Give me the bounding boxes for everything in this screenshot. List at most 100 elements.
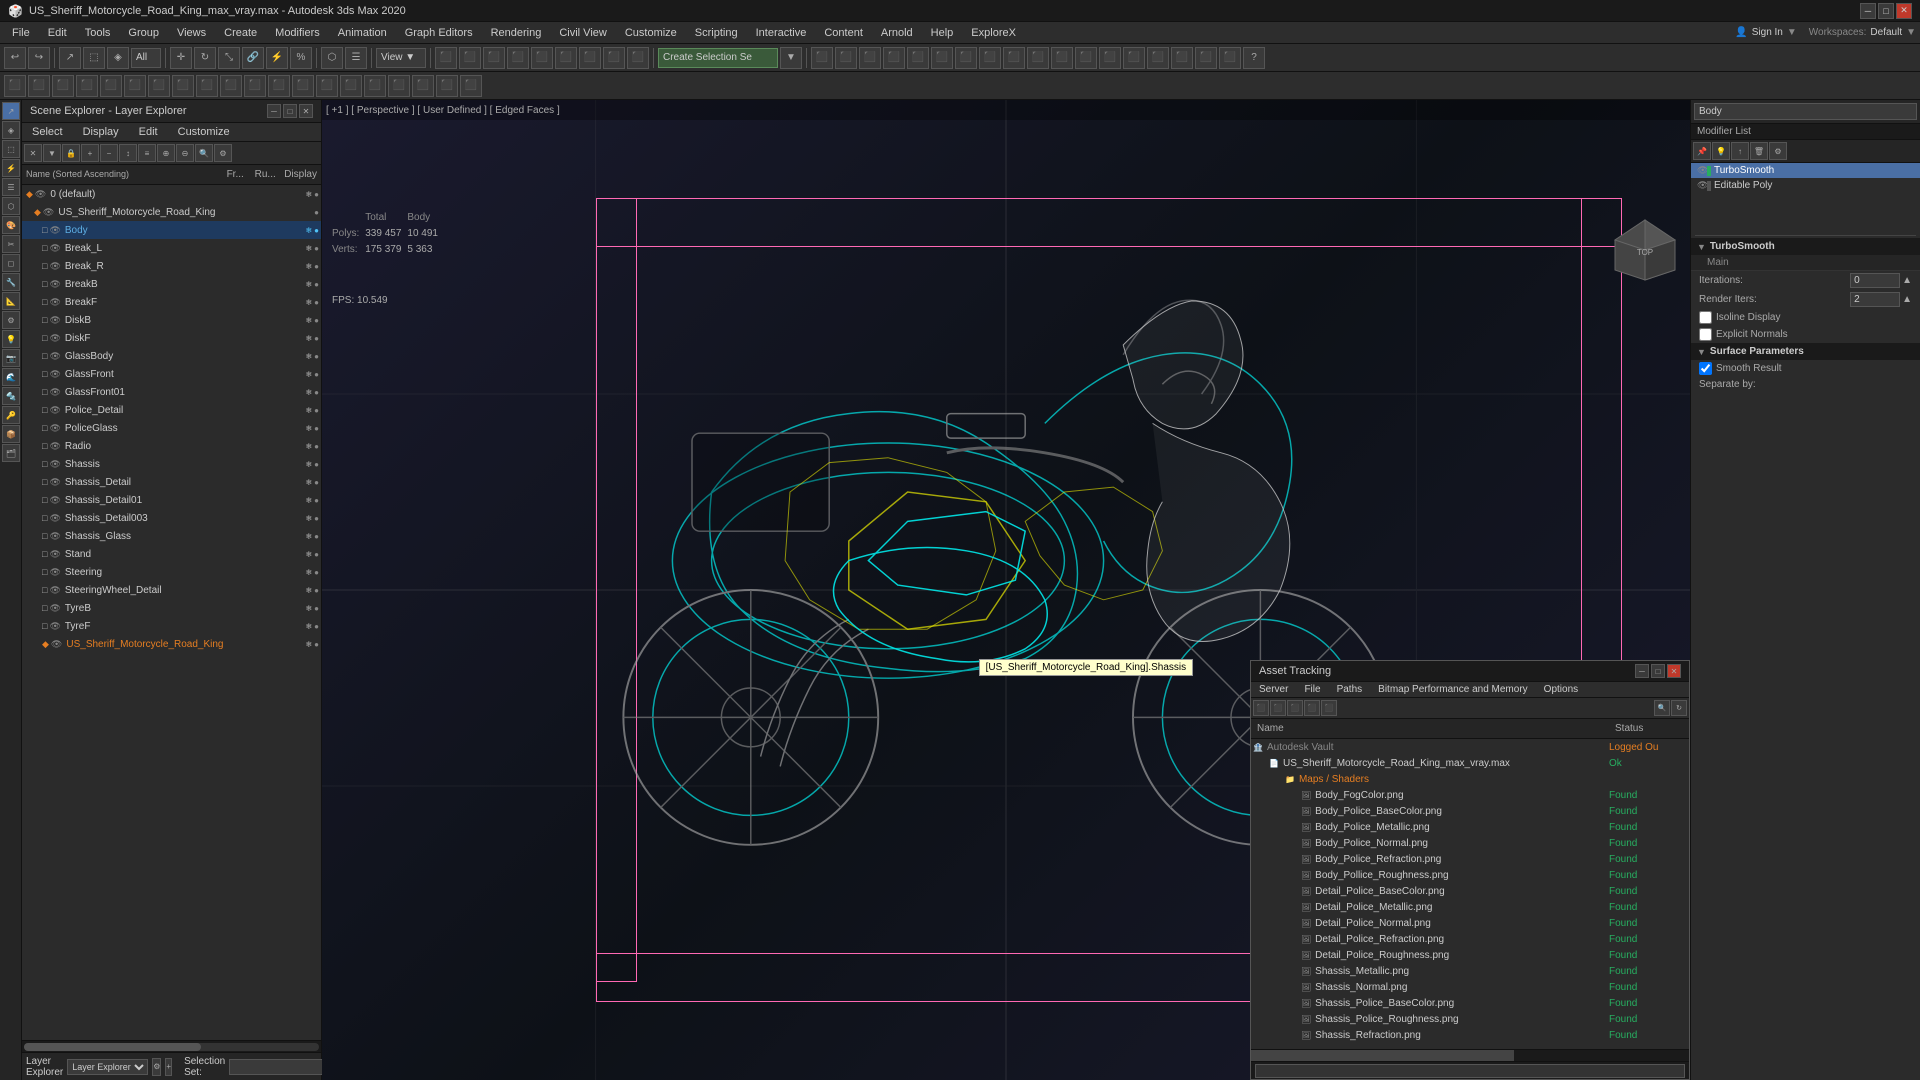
tb10[interactable]: ⬛ [507, 47, 529, 69]
at-tb4[interactable]: ⬛ [1304, 700, 1320, 716]
tb24[interactable]: ⬛ [1003, 47, 1025, 69]
anim-tb17[interactable]: ⬛ [388, 75, 410, 97]
percent-button[interactable]: % [290, 47, 312, 69]
anim-tb18[interactable]: ⬛ [412, 75, 434, 97]
at-tb3[interactable]: ⬛ [1287, 700, 1303, 716]
anim-tb14[interactable]: ⬛ [316, 75, 338, 97]
menu-modifiers[interactable]: Modifiers [267, 25, 328, 41]
scene-row-diskb[interactable]: □ 👁 DiskB ❄ ● [22, 311, 321, 329]
tb32[interactable]: ⬛ [1195, 47, 1217, 69]
modifier-editable-poly[interactable]: 👁 Editable Poly [1691, 178, 1920, 193]
filter-button[interactable]: ◈ [107, 47, 129, 69]
tb26[interactable]: ⬛ [1051, 47, 1073, 69]
tb15[interactable]: ⬛ [627, 47, 649, 69]
mod-tb-config[interactable]: ⚙ [1769, 142, 1787, 160]
cs-dropdown[interactable]: ▼ [780, 47, 802, 69]
sidebar-icon-12[interactable]: 💡 [2, 330, 20, 348]
tb20[interactable]: ⬛ [907, 47, 929, 69]
scene-menu-select[interactable]: Select [22, 123, 73, 141]
sidebar-icon-2[interactable]: ⬚ [2, 140, 20, 158]
scene-tb-expand[interactable]: ⊕ [157, 144, 175, 162]
viewport-area[interactable]: [ +1 ] [ Perspective ] [ User Defined ] … [322, 100, 1690, 1080]
at-row-map-sh-normal[interactable]: 🖼 Shassis_Normal.png Found [1251, 979, 1689, 995]
maximize-button[interactable]: □ [1878, 3, 1894, 19]
scene-row-shassis-glass[interactable]: □ 👁 Shassis_Glass ❄ ● [22, 527, 321, 545]
scene-row-radio[interactable]: □ 👁 Radio ❄ ● [22, 437, 321, 455]
scene-tb-lock[interactable]: 🔒 [62, 144, 80, 162]
scene-bottom-btn1[interactable]: ⚙ [152, 1058, 161, 1076]
sidebar-icon-15[interactable]: 🔩 [2, 387, 20, 405]
menu-animation[interactable]: Animation [330, 25, 395, 41]
at-row-mainfile[interactable]: 📄 US_Sheriff_Motorcycle_Road_King_max_vr… [1251, 755, 1689, 771]
create-selection-btn[interactable]: Create Selection Se [658, 48, 778, 68]
scene-row-breakf[interactable]: □ 👁 BreakF ❄ ● [22, 293, 321, 311]
tb12[interactable]: ⬛ [555, 47, 577, 69]
anim-tb20[interactable]: ⬛ [460, 75, 482, 97]
select-region-button[interactable]: ⬚ [83, 47, 105, 69]
at-menu-file[interactable]: File [1296, 682, 1328, 697]
layer-explorer-select[interactable]: Layer Explorer [67, 1059, 148, 1075]
help-btn[interactable]: ? [1243, 47, 1265, 69]
scene-row-body[interactable]: □ 👁 Body ❄ ● [22, 221, 321, 239]
at-scrollbar[interactable] [1251, 1049, 1689, 1061]
scene-row-group-main[interactable]: ◆ 👁 US_Sheriff_Motorcycle_Road_King ● [22, 203, 321, 221]
select-button[interactable]: ↗ [59, 47, 81, 69]
at-row-map-sh-basecolor[interactable]: 🖼 Shassis_Police_BaseColor.png Found [1251, 995, 1689, 1011]
at-tb-search[interactable]: 🔍 [1654, 700, 1670, 716]
sidebar-icon-13[interactable]: 📷 [2, 349, 20, 367]
anim-tb13[interactable]: ⬛ [292, 75, 314, 97]
at-row-maps-folder[interactable]: 📁 Maps / Shaders [1251, 771, 1689, 787]
move-button[interactable]: ✛ [170, 47, 192, 69]
mod-tb-light[interactable]: 💡 [1712, 142, 1730, 160]
tb29[interactable]: ⬛ [1123, 47, 1145, 69]
minimize-button[interactable]: ─ [1860, 3, 1876, 19]
sidebar-icon-4[interactable]: ☰ [2, 178, 20, 196]
menu-create[interactable]: Create [216, 25, 265, 41]
at-filter-input[interactable] [1255, 1064, 1685, 1078]
view-dropdown[interactable]: View ▼ [376, 48, 426, 68]
menu-tools[interactable]: Tools [77, 25, 119, 41]
scene-tb-sort[interactable]: ↕ [119, 144, 137, 162]
scene-row-shassis-detail[interactable]: □ 👁 Shassis_Detail ❄ ● [22, 473, 321, 491]
anim-tb3[interactable]: ⬛ [52, 75, 74, 97]
tb11[interactable]: ⬛ [531, 47, 553, 69]
ts-iterations-input[interactable] [1850, 273, 1900, 288]
scene-tb-add[interactable]: + [81, 144, 99, 162]
tb7[interactable]: ⬛ [435, 47, 457, 69]
modifier-search-input[interactable]: Body [1694, 103, 1917, 120]
at-row-map-sh-metallic[interactable]: 🖼 Shassis_Metallic.png Found [1251, 963, 1689, 979]
tb16[interactable]: ⬛ [811, 47, 833, 69]
at-menu-bitmap[interactable]: Bitmap Performance and Memory [1370, 682, 1536, 697]
tb19[interactable]: ⬛ [883, 47, 905, 69]
at-row-map-refraction[interactable]: 🖼 Body_Police_Refraction.png Found [1251, 851, 1689, 867]
at-row-map-basecolor[interactable]: 🖼 Body_Police_BaseColor.png Found [1251, 803, 1689, 819]
at-row-map-det-basecolor[interactable]: 🖼 Detail_Police_BaseColor.png Found [1251, 883, 1689, 899]
scene-row-glassbody[interactable]: □ 👁 GlassBody ❄ ● [22, 347, 321, 365]
mod-tb-pin[interactable]: 📌 [1693, 142, 1711, 160]
anim-tb12[interactable]: ⬛ [268, 75, 290, 97]
scene-menu-customize[interactable]: Customize [168, 123, 240, 141]
at-tb2[interactable]: ⬛ [1270, 700, 1286, 716]
redo-button[interactable]: ↪ [28, 47, 50, 69]
scene-explorer-close[interactable]: ✕ [299, 104, 313, 118]
menu-scripting[interactable]: Scripting [687, 25, 746, 41]
at-row-map-det-metallic[interactable]: 🖼 Detail_Police_Metallic.png Found [1251, 899, 1689, 915]
at-row-map-det-refraction[interactable]: 🖼 Detail_Police_Refraction.png Found [1251, 931, 1689, 947]
sidebar-icon-11[interactable]: ⚙ [2, 311, 20, 329]
menu-views[interactable]: Views [169, 25, 214, 41]
anim-tb11[interactable]: ⬛ [244, 75, 266, 97]
scene-row-layer-default[interactable]: ◆ 👁 0 (default) ❄ ● [22, 185, 321, 203]
menu-edit[interactable]: Edit [40, 25, 75, 41]
ts-smooth-checkbox[interactable] [1699, 362, 1712, 375]
sidebar-icon-17[interactable]: 📦 [2, 425, 20, 443]
close-button[interactable]: ✕ [1896, 3, 1912, 19]
scene-tb-close[interactable]: ✕ [24, 144, 42, 162]
scene-tb-del[interactable]: − [100, 144, 118, 162]
at-row-map-fogcolor[interactable]: 🖼 Body_FogColor.png Found [1251, 787, 1689, 803]
anim-tb1[interactable]: ⬛ [4, 75, 26, 97]
scene-row-break-r[interactable]: □ 👁 Break_R ❄ ● [22, 257, 321, 275]
scene-row-shassis-detail01[interactable]: □ 👁 Shassis_Detail01 ❄ ● [22, 491, 321, 509]
scene-row-glassfront01[interactable]: □ 👁 GlassFront01 ❄ ● [22, 383, 321, 401]
tb31[interactable]: ⬛ [1171, 47, 1193, 69]
scene-row-shassis[interactable]: □ 👁 Shassis ❄ ● [22, 455, 321, 473]
